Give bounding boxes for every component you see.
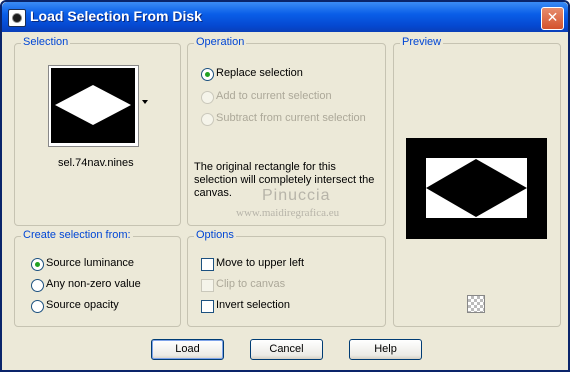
selection-filename: sel.74nav.nines xyxy=(58,157,134,169)
chevron-down-icon[interactable] xyxy=(142,100,148,104)
source-opacity-radio[interactable] xyxy=(31,300,44,313)
source-opacity-label[interactable]: Source opacity xyxy=(46,299,119,311)
diamond-shape xyxy=(55,85,131,125)
preview-image xyxy=(406,138,547,239)
selection-thumbnail[interactable] xyxy=(48,65,139,147)
source-luminance-label[interactable]: Source luminance xyxy=(46,257,134,269)
replace-selection-label[interactable]: Replace selection xyxy=(216,67,303,79)
invert-selection-checkbox[interactable] xyxy=(201,300,214,313)
navigator-icon[interactable] xyxy=(467,295,485,313)
preview-legend: Preview xyxy=(400,36,444,48)
close-button[interactable]: ✕ xyxy=(541,7,564,30)
any-nonzero-label[interactable]: Any non-zero value xyxy=(46,278,141,290)
window-title: Load Selection From Disk xyxy=(30,8,202,24)
watermark-url: www.maidiregrafica.eu xyxy=(236,207,340,219)
clip-to-canvas-checkbox[interactable] xyxy=(201,279,214,292)
move-upper-left-checkbox[interactable] xyxy=(201,258,214,271)
add-selection-label[interactable]: Add to current selection xyxy=(216,90,332,102)
subtract-selection-label[interactable]: Subtract from current selection xyxy=(216,112,366,124)
options-legend: Options xyxy=(194,229,236,241)
any-nonzero-radio[interactable] xyxy=(31,279,44,292)
help-button[interactable]: Help xyxy=(349,339,422,360)
cancel-button[interactable]: Cancel xyxy=(250,339,323,360)
watermark-name: Pinuccia xyxy=(262,187,331,204)
selection-legend: Selection xyxy=(21,36,71,48)
source-luminance-radio[interactable] xyxy=(31,258,44,271)
clip-to-canvas-label[interactable]: Clip to canvas xyxy=(216,278,285,290)
title-bar[interactable]: Load Selection From Disk ✕ xyxy=(2,2,568,32)
create-from-legend: Create selection from: xyxy=(21,229,133,241)
load-button[interactable]: Load xyxy=(151,339,224,360)
replace-selection-radio[interactable] xyxy=(201,68,214,81)
move-upper-left-label[interactable]: Move to upper left xyxy=(216,257,304,269)
preview-diamond-shape xyxy=(426,159,527,217)
app-icon xyxy=(8,9,26,27)
invert-selection-label[interactable]: Invert selection xyxy=(216,299,290,311)
add-selection-radio[interactable] xyxy=(201,91,214,104)
subtract-selection-radio[interactable] xyxy=(201,113,214,126)
operation-legend: Operation xyxy=(194,36,247,48)
